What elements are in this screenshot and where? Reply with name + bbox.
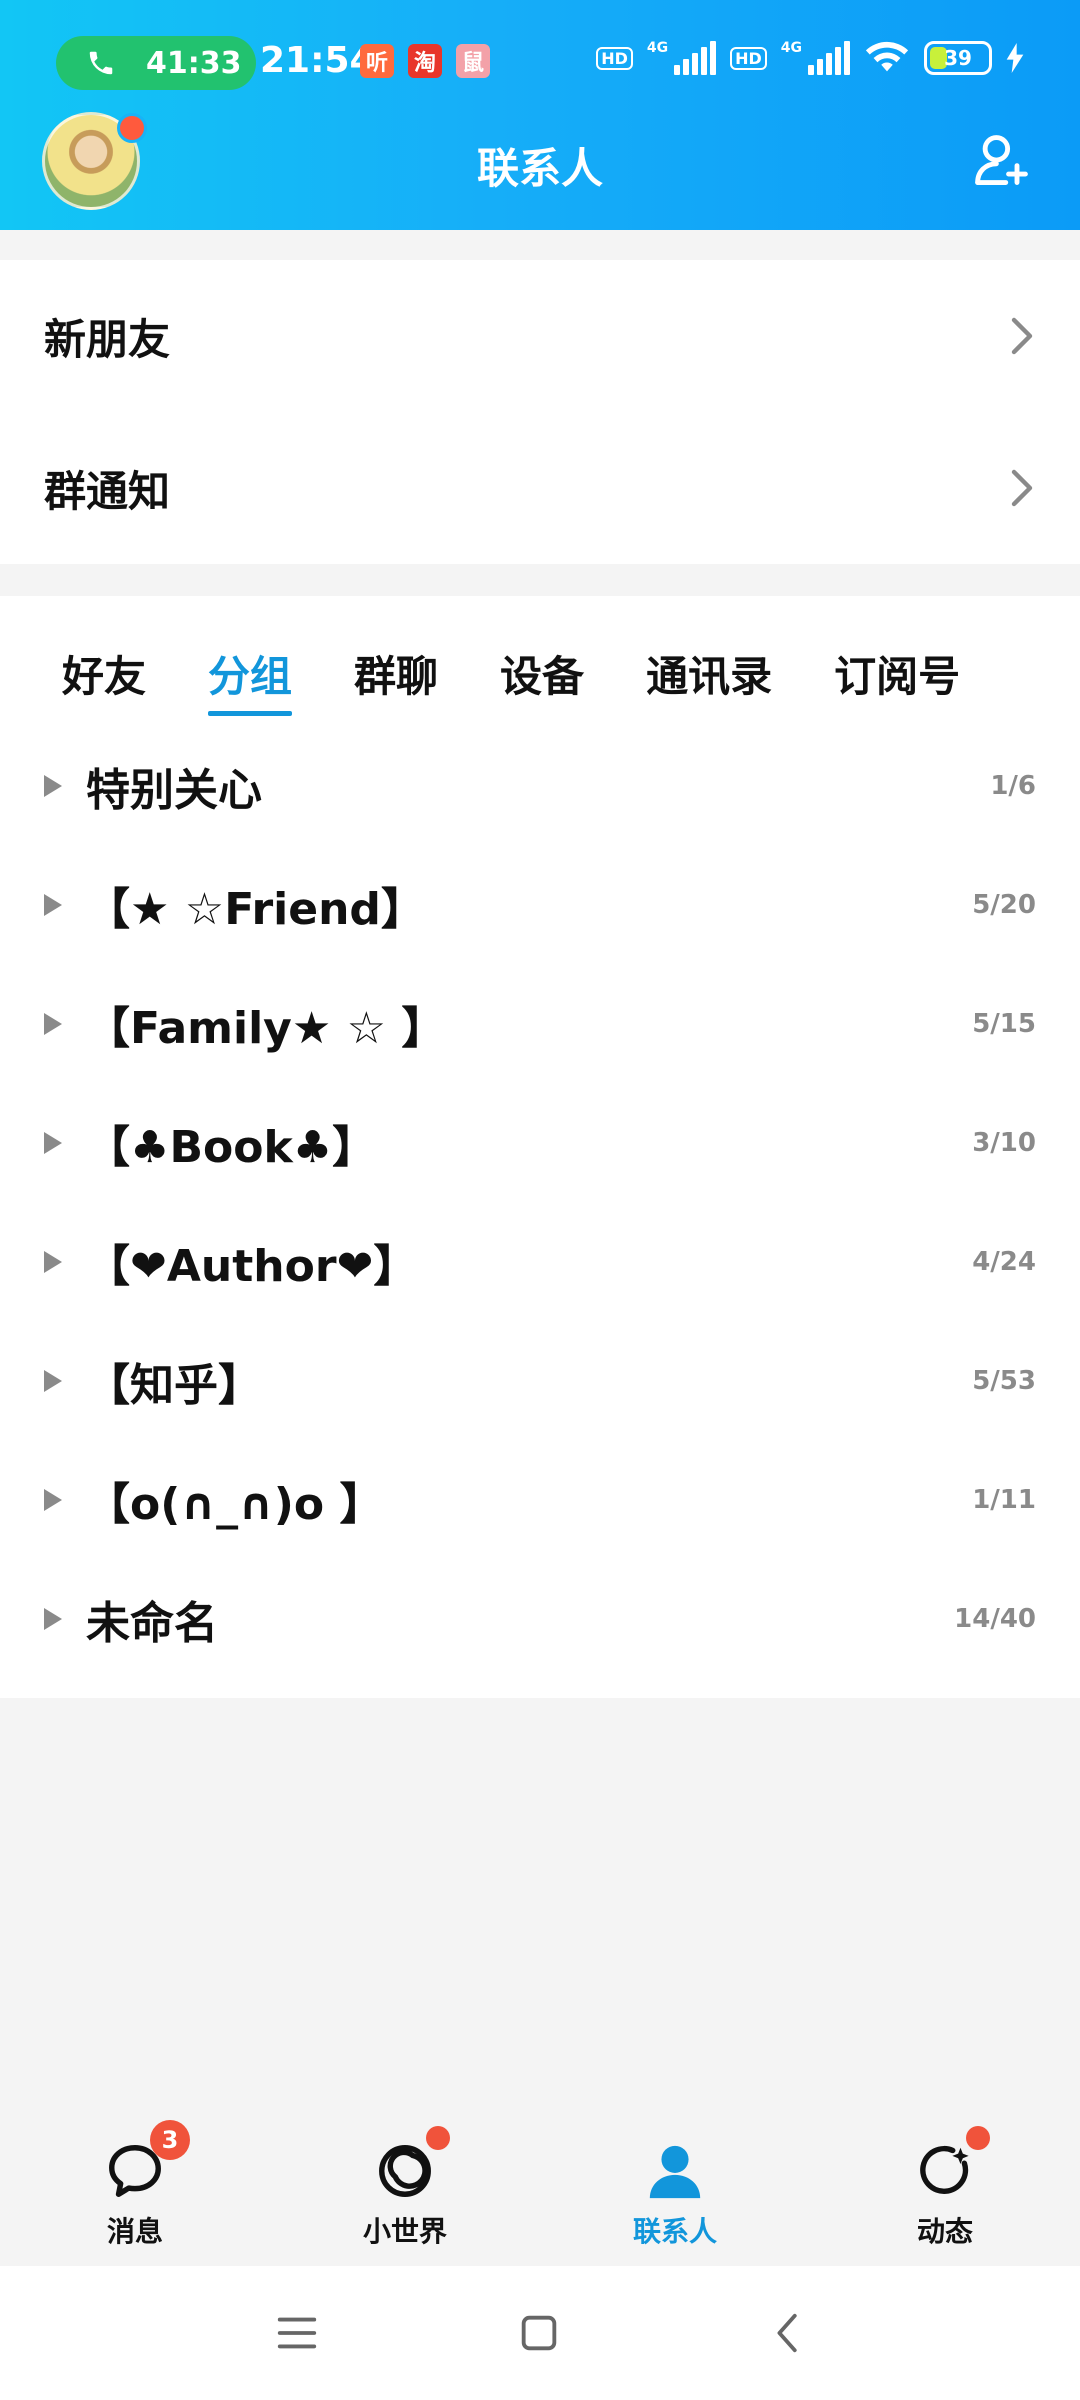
- group-count: 5/53: [972, 1365, 1036, 1396]
- nav-label: 动态: [916, 2215, 973, 2248]
- group-count: 5/20: [972, 889, 1036, 920]
- list-item[interactable]: 【知乎】 5/53: [0, 1321, 1080, 1440]
- nav-contacts[interactable]: 联系人: [595, 2140, 755, 2250]
- group-name: 【o(∩_∩)o 】: [86, 1478, 384, 1530]
- battery-level: 39: [944, 46, 972, 70]
- nav-small-world[interactable]: 小世界: [325, 2126, 485, 2250]
- status-bar: 41:33 21:54 听 淘 鼠 HD 4G HD 4G 39: [0, 0, 1080, 120]
- tab-friends[interactable]: 好友: [62, 643, 146, 716]
- group-name: 【♣Book♣】: [86, 1121, 377, 1173]
- tab-groups[interactable]: 分组: [208, 643, 293, 716]
- contact-tabs: 好友 分组 群聊 设备 通讯录 订阅号: [0, 596, 1080, 716]
- ongoing-call-pill[interactable]: 41:33: [56, 36, 256, 90]
- taobao-app-icon: 淘: [408, 44, 442, 78]
- wifi-icon: [865, 41, 909, 72]
- bottom-tab-bar: 3 消息 小世界 联系人 动态: [0, 2110, 1080, 2266]
- group-name: 【知乎】: [86, 1359, 262, 1411]
- small-world-icon: [374, 2126, 450, 2202]
- tab-group-chats[interactable]: 群聊: [354, 643, 438, 716]
- page-title: 联系人: [476, 144, 603, 193]
- expand-triangle-icon: [44, 1607, 62, 1630]
- back-arrow-icon[interactable]: [766, 2310, 812, 2356]
- group-count: 3/10: [972, 1127, 1036, 1158]
- group-name: 未命名: [86, 1597, 218, 1649]
- tab-address-book[interactable]: 通讯录: [646, 643, 772, 716]
- home-square-icon[interactable]: [516, 2310, 562, 2356]
- list-item[interactable]: 【❤Author❤】 4/24: [0, 1202, 1080, 1321]
- network-type-label: 4G: [646, 40, 669, 56]
- contacts-person-icon: [644, 2140, 706, 2202]
- group-notice-row[interactable]: 群通知: [0, 412, 1080, 564]
- tab-devices[interactable]: 设备: [500, 643, 584, 716]
- network-type-label-2: 4G: [780, 40, 802, 56]
- signal-strength-icon-2: [808, 41, 850, 75]
- group-name: 特别关心: [86, 764, 262, 816]
- list-item[interactable]: 【♣Book♣】 3/10: [0, 1083, 1080, 1202]
- status-indicators: HD 4G HD 4G 39: [596, 40, 1024, 76]
- nav-label: 联系人: [632, 2215, 717, 2248]
- expand-triangle-icon: [44, 1369, 62, 1392]
- status-time: 21:54: [260, 40, 375, 81]
- nav-label: 小世界: [362, 2215, 447, 2248]
- expand-triangle-icon: [44, 1250, 62, 1273]
- shortcut-card: 新朋友 群通知: [0, 260, 1080, 564]
- phone-icon: [89, 51, 113, 75]
- notification-dot: [426, 2126, 450, 2150]
- group-name: 【★ ☆Friend】: [86, 883, 425, 935]
- list-item[interactable]: 特别关心 1/6: [0, 726, 1080, 845]
- mouse-app-icon: 鼠: [456, 44, 490, 78]
- notification-dot: [966, 2126, 990, 2150]
- expand-triangle-icon: [44, 1012, 62, 1035]
- nav-feed[interactable]: 动态: [865, 2126, 1025, 2250]
- hd-voice-icon-2: HD: [730, 46, 767, 70]
- header-bar: 41:33 21:54 听 淘 鼠 HD 4G HD 4G 39 联系人: [0, 0, 1080, 230]
- expand-triangle-icon: [44, 1488, 62, 1511]
- charging-bolt-icon: [1006, 43, 1024, 73]
- menu-icon[interactable]: [274, 2310, 320, 2356]
- listen-app-icon: 听: [360, 44, 394, 78]
- new-friends-row[interactable]: 新朋友: [0, 260, 1080, 412]
- system-navigation-bar: [0, 2266, 1080, 2400]
- nav-label: 消息: [106, 2215, 163, 2248]
- hd-voice-icon: HD: [596, 46, 633, 70]
- expand-triangle-icon: [44, 1131, 62, 1154]
- group-count: 1/11: [972, 1484, 1036, 1515]
- chat-bubble-icon: 3: [104, 2120, 190, 2202]
- list-item[interactable]: 【o(∩_∩)o 】 1/11: [0, 1440, 1080, 1559]
- add-contact-icon[interactable]: [972, 130, 1032, 190]
- signal-strength-icon: [674, 41, 717, 75]
- group-name: 【Family★ ☆ 】: [86, 1002, 446, 1054]
- group-count: 14/40: [954, 1603, 1036, 1634]
- contacts-list-card: 好友 分组 群聊 设备 通讯录 订阅号 特别关心 1/6 【★ ☆Friend】 5…: [0, 596, 1080, 1698]
- friend-groups-list: 特别关心 1/6 【★ ☆Friend】 5/20 【Family★ ☆ 】 5/15…: [0, 726, 1080, 1678]
- call-duration: 41:33: [146, 45, 242, 81]
- feed-star-icon: [914, 2126, 990, 2202]
- group-count: 5/15: [972, 1008, 1036, 1039]
- chevron-right-icon: [1011, 317, 1033, 355]
- group-notice-label: 群通知: [44, 466, 171, 516]
- group-name: 【❤Author❤】: [86, 1240, 418, 1292]
- unread-badge: 3: [150, 2120, 190, 2160]
- nav-messages[interactable]: 3 消息: [55, 2120, 215, 2250]
- expand-triangle-icon: [44, 774, 62, 797]
- new-friends-label: 新朋友: [44, 314, 171, 364]
- list-item[interactable]: 【Family★ ☆ 】 5/15: [0, 964, 1080, 1083]
- tab-subscriptions[interactable]: 订阅号: [834, 643, 960, 716]
- list-item[interactable]: 【★ ☆Friend】 5/20: [0, 845, 1080, 964]
- battery-icon: 39: [924, 41, 992, 75]
- list-item[interactable]: 未命名 14/40: [0, 1559, 1080, 1678]
- chevron-right-icon: [1011, 469, 1033, 507]
- notification-app-icons: 听 淘 鼠: [360, 44, 490, 78]
- expand-triangle-icon: [44, 893, 62, 916]
- group-count: 4/24: [972, 1246, 1036, 1277]
- group-count: 1/6: [990, 770, 1036, 801]
